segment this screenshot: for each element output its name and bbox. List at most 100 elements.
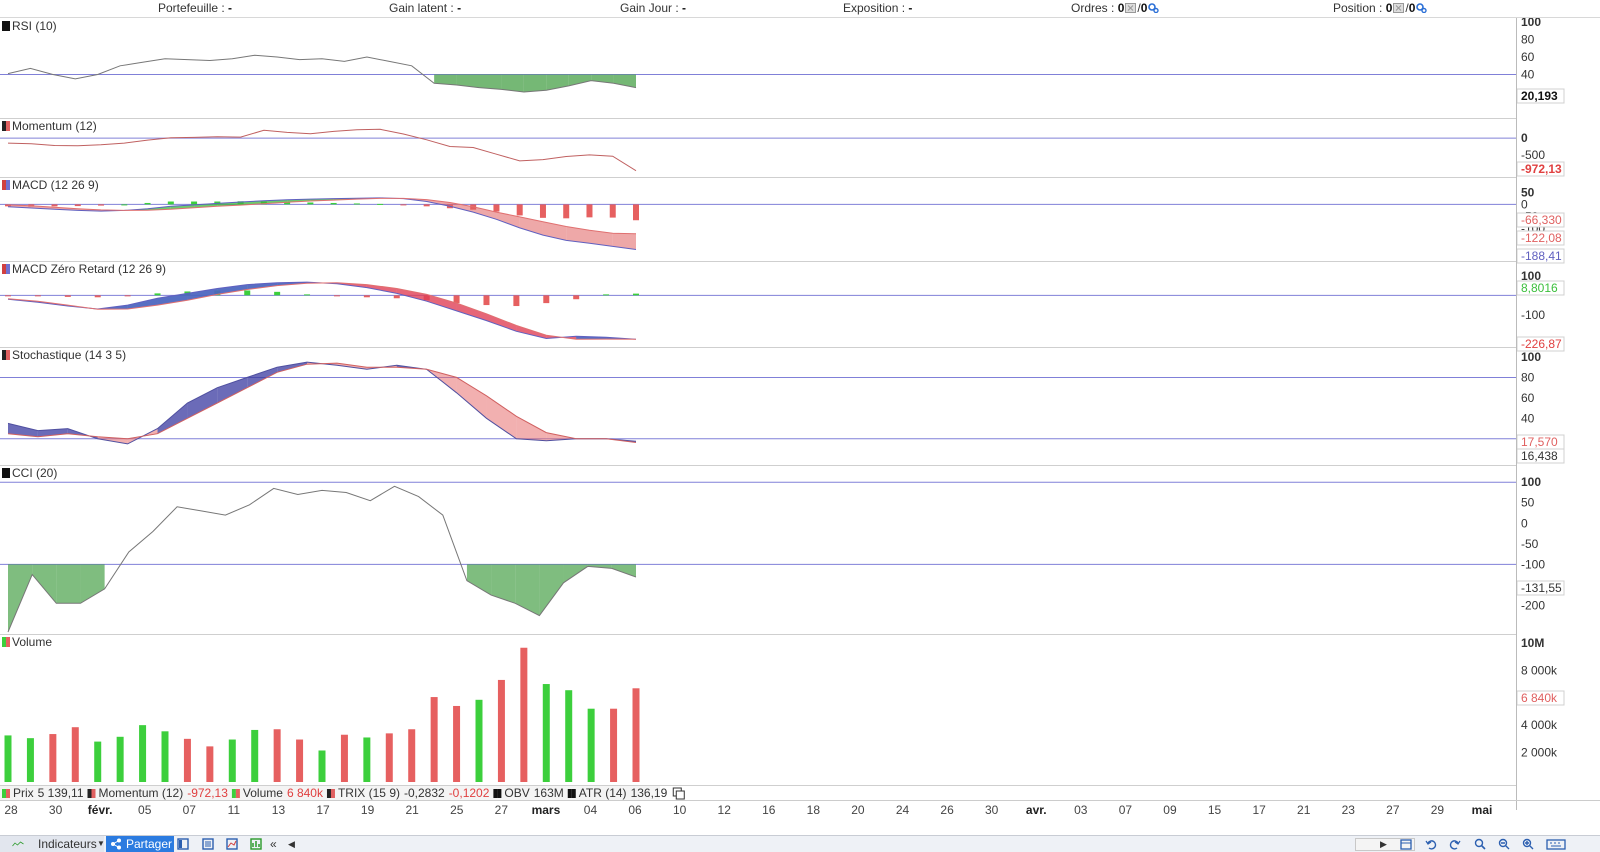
scroll-left-icon[interactable]: ◀ bbox=[288, 836, 295, 852]
indicator-icon-right bbox=[6, 121, 10, 131]
indicator-icon-right bbox=[6, 21, 10, 31]
indicator-icon-right bbox=[6, 637, 10, 647]
y-tick-label: 100 bbox=[1521, 475, 1541, 489]
panel-6: 10M8 000k6 000k4 000k2 000kVolume6 840k bbox=[0, 635, 1565, 786]
undo-icon[interactable] bbox=[1425, 838, 1437, 850]
volume-bar bbox=[610, 708, 618, 782]
panel-title: Volume bbox=[12, 635, 52, 649]
last-value-label: 8,8016 bbox=[1521, 281, 1558, 295]
y-tick-label: 50 bbox=[1521, 496, 1535, 510]
legend-icon bbox=[231, 789, 236, 798]
date-tick-label: 25 bbox=[450, 803, 464, 817]
last-value-label: 17,570 bbox=[1521, 435, 1558, 449]
last-value-label: -122,08 bbox=[1521, 231, 1562, 245]
date-tick-label: 06 bbox=[628, 803, 642, 817]
legend-value: -972,13 bbox=[187, 786, 228, 800]
macd-line bbox=[7, 281, 637, 340]
indicator-icon-left bbox=[2, 21, 6, 31]
date-tick-label: 30 bbox=[49, 803, 63, 817]
date-tick-label: 27 bbox=[1386, 803, 1400, 817]
list-icon[interactable] bbox=[202, 838, 214, 850]
compare-chart-icon[interactable] bbox=[250, 838, 262, 850]
collapse-button[interactable]: « bbox=[270, 836, 277, 852]
last-value-label: -188,41 bbox=[1521, 249, 1562, 263]
oversold-fill bbox=[568, 74, 592, 86]
volume-bar bbox=[565, 690, 573, 782]
indicators-button[interactable]: Indicateurs ▼ bbox=[0, 836, 105, 852]
y-tick-label: 100 bbox=[1521, 350, 1541, 364]
legend-icon bbox=[497, 789, 502, 798]
histogram-bar bbox=[74, 204, 81, 207]
last-value-label: 20,193 bbox=[1521, 89, 1558, 103]
orders-label[interactable]: Ordres : 0/0 bbox=[1071, 1, 1160, 15]
histogram-bar bbox=[539, 204, 546, 218]
keyboard-icon[interactable] bbox=[1546, 838, 1566, 850]
date-tick-label: 16 bbox=[762, 803, 776, 817]
volume-bar bbox=[340, 734, 348, 782]
chart-area[interactable]: 100806040RSI (10)20,1930-500Momentum (12… bbox=[0, 0, 1600, 835]
histogram-bar bbox=[573, 295, 580, 300]
histogram-bar bbox=[191, 201, 198, 205]
position-settings-icon[interactable] bbox=[1416, 3, 1428, 13]
indicator-icon-left bbox=[2, 637, 6, 647]
zoom-out-icon[interactable] bbox=[1498, 838, 1510, 850]
exposure-label: Exposition : - bbox=[843, 1, 913, 15]
histogram-bar bbox=[274, 291, 281, 296]
date-tick-label: 12 bbox=[718, 803, 732, 817]
cci-fill bbox=[80, 564, 105, 604]
histogram-bar bbox=[400, 204, 407, 206]
zoom-in-icon[interactable] bbox=[1522, 838, 1534, 850]
date-tick-label: 10 bbox=[673, 803, 687, 817]
volume-bar bbox=[94, 741, 102, 782]
panel-0: 100806040RSI (10)20,193 bbox=[0, 15, 1565, 119]
stoch-band-segment bbox=[486, 395, 517, 439]
panel-title: Stochastique (14 3 5) bbox=[12, 348, 126, 362]
legend-value: 163M bbox=[534, 786, 564, 800]
y-tick-label: -100 bbox=[1521, 557, 1545, 571]
legend-value: 5 139,11 bbox=[38, 786, 84, 800]
calendar-icon[interactable] bbox=[1400, 838, 1412, 850]
last-value-label: 16,438 bbox=[1521, 449, 1558, 463]
legend-icon bbox=[571, 789, 576, 798]
volume-bar bbox=[318, 750, 326, 782]
panel-title: RSI (10) bbox=[12, 19, 57, 33]
d-line bbox=[7, 362, 637, 443]
y-tick-label: 60 bbox=[1521, 391, 1535, 405]
last-value-label: -66,330 bbox=[1521, 213, 1562, 227]
y-tick-label: 10M bbox=[1521, 636, 1544, 650]
position-label[interactable]: Position : 0/0 bbox=[1333, 1, 1428, 15]
date-tick-label: 17 bbox=[1252, 803, 1266, 817]
window-chart-icon[interactable] bbox=[226, 838, 238, 850]
volume-bar bbox=[475, 699, 483, 782]
indicators-icon bbox=[12, 841, 24, 847]
layout-icon[interactable] bbox=[177, 838, 189, 850]
panel-1: 0 -500 Momentum (12) -972,13 bbox=[0, 119, 1565, 178]
histogram-bar bbox=[353, 203, 360, 205]
orders-cancel-icon[interactable] bbox=[1125, 3, 1137, 13]
legend-name: TRIX (15 9) bbox=[338, 786, 400, 800]
position-cancel-icon[interactable] bbox=[1393, 3, 1405, 13]
share-button[interactable]: Partager bbox=[106, 836, 174, 852]
panel-5: 100500-50-100-150-200CCI (20)-131,55 bbox=[0, 466, 1565, 635]
orders-settings-icon[interactable] bbox=[1148, 3, 1160, 13]
histogram-bar bbox=[330, 202, 337, 205]
date-tick-label: 21 bbox=[406, 803, 420, 817]
histogram-bar bbox=[244, 290, 251, 296]
panel-3: 100-100MACD Zéro Retard (12 26 9)8,8016-… bbox=[0, 262, 1565, 352]
date-tick-label: 09 bbox=[1163, 803, 1177, 817]
redo-icon[interactable] bbox=[1449, 838, 1461, 850]
cci-fill bbox=[56, 564, 81, 604]
date-tick-label: 20 bbox=[851, 803, 865, 817]
legend-expand-icon bbox=[675, 790, 685, 800]
volume-bar bbox=[49, 734, 57, 782]
share-icon bbox=[111, 838, 121, 850]
scroll-right-icon[interactable]: ▶ bbox=[1380, 836, 1387, 852]
stoch-band-segment bbox=[187, 387, 218, 419]
histogram-bar bbox=[5, 295, 11, 297]
volume-bar bbox=[296, 739, 304, 782]
date-tick-label: mai bbox=[1472, 803, 1493, 817]
last-value-label: -972,13 bbox=[1521, 162, 1562, 176]
stoch-band-segment bbox=[157, 403, 188, 434]
zoom-area-icon[interactable] bbox=[1474, 838, 1486, 850]
chevron-down-icon: ▼ bbox=[97, 839, 105, 848]
